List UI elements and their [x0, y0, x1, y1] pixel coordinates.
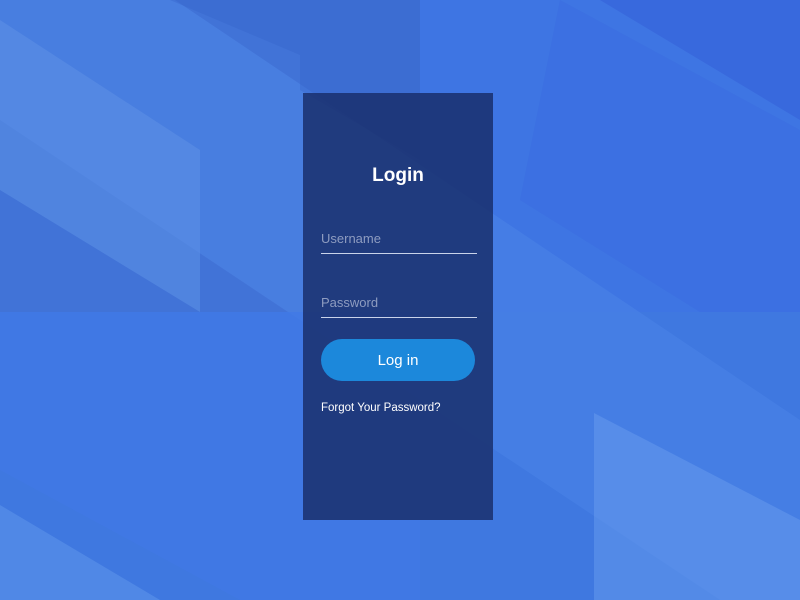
- login-panel: Login Log in Forgot Your Password?: [303, 93, 493, 520]
- password-input[interactable]: [321, 288, 477, 318]
- username-input[interactable]: [321, 224, 477, 254]
- forgot-password-link[interactable]: Forgot Your Password?: [321, 402, 441, 414]
- login-button[interactable]: Log in: [321, 339, 475, 381]
- login-title: Login: [372, 165, 424, 186]
